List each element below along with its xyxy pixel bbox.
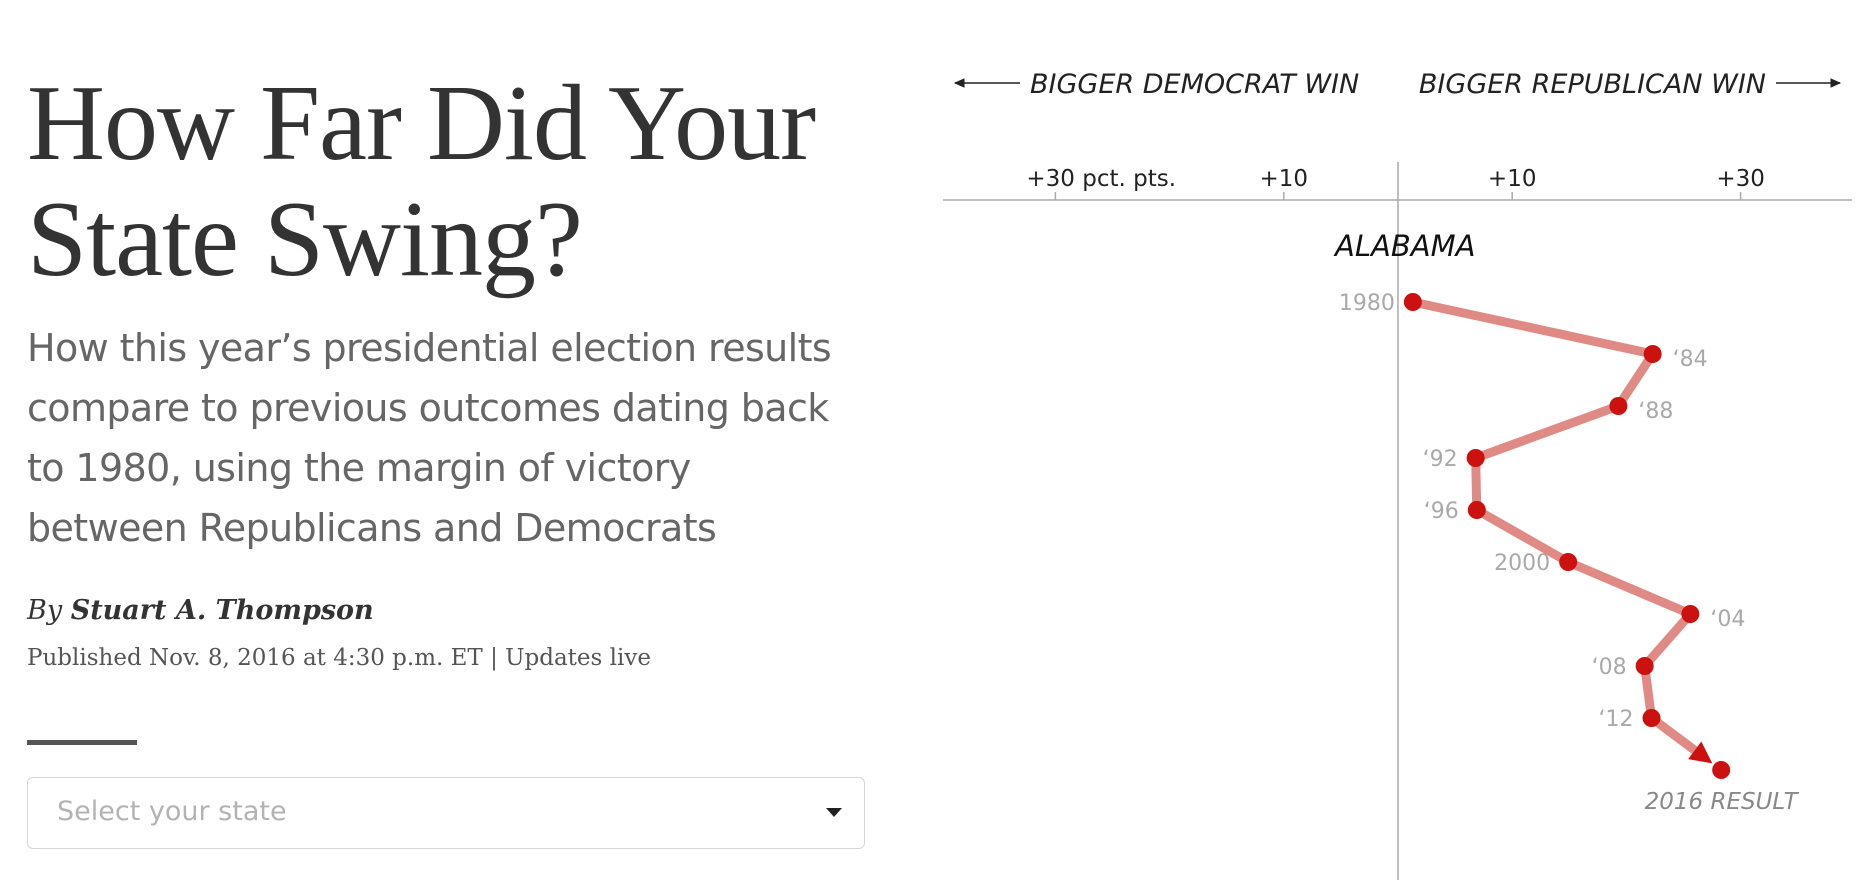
swing-segment-1980-1984 (1408, 297, 1658, 359)
data-label-1984: ‘84 (1673, 347, 1708, 372)
data-point-1980[interactable] (1403, 293, 1422, 311)
swing-segment-2004-2008 (1640, 609, 1695, 671)
data-label-1988: ‘88 (1638, 399, 1673, 424)
x-tick-label-2: +10 (1488, 166, 1537, 192)
data-point-2004[interactable] (1681, 605, 1700, 623)
data-label-1980: 1980 (1339, 291, 1395, 316)
data-label-2000: 2000 (1494, 551, 1550, 576)
data-point-2008[interactable] (1635, 657, 1654, 675)
swing-chart: BIGGER DEMOCRAT WIN BIGGER REPUBLICAN WIN… (943, 69, 1852, 880)
data-point-2016[interactable] (1712, 761, 1731, 779)
x-tick-label-0: +30 pct. pts. (1026, 166, 1176, 192)
direction-label-republican: BIGGER REPUBLICAN WIN (1419, 69, 1766, 100)
direction-label-democrat: BIGGER DEMOCRAT WIN (1030, 69, 1359, 100)
data-label-2012: ‘12 (1599, 707, 1634, 732)
x-tick-label-3: +30 (1716, 166, 1765, 192)
data-label-1996: ‘96 (1424, 499, 1459, 524)
swing-segment-2000-2004 (1563, 557, 1695, 619)
x-tick-label-1: +10 (1260, 166, 1309, 192)
data-point-1988[interactable] (1609, 397, 1628, 415)
data-label-1992: ‘92 (1423, 447, 1458, 472)
data-point-1992[interactable] (1466, 449, 1485, 467)
data-point-1996[interactable] (1467, 501, 1486, 519)
state-name: ALABAMA (1333, 229, 1475, 263)
data-label-2008: ‘08 (1592, 655, 1627, 680)
data-point-1984[interactable] (1643, 345, 1662, 363)
swing-segment-1988-1992 (1471, 401, 1623, 463)
data-label-2004: ‘04 (1710, 607, 1745, 632)
data-label-2016: 2016 RESULT (1645, 789, 1800, 815)
data-point-2000[interactable] (1559, 553, 1578, 571)
data-point-2012[interactable] (1642, 709, 1661, 727)
